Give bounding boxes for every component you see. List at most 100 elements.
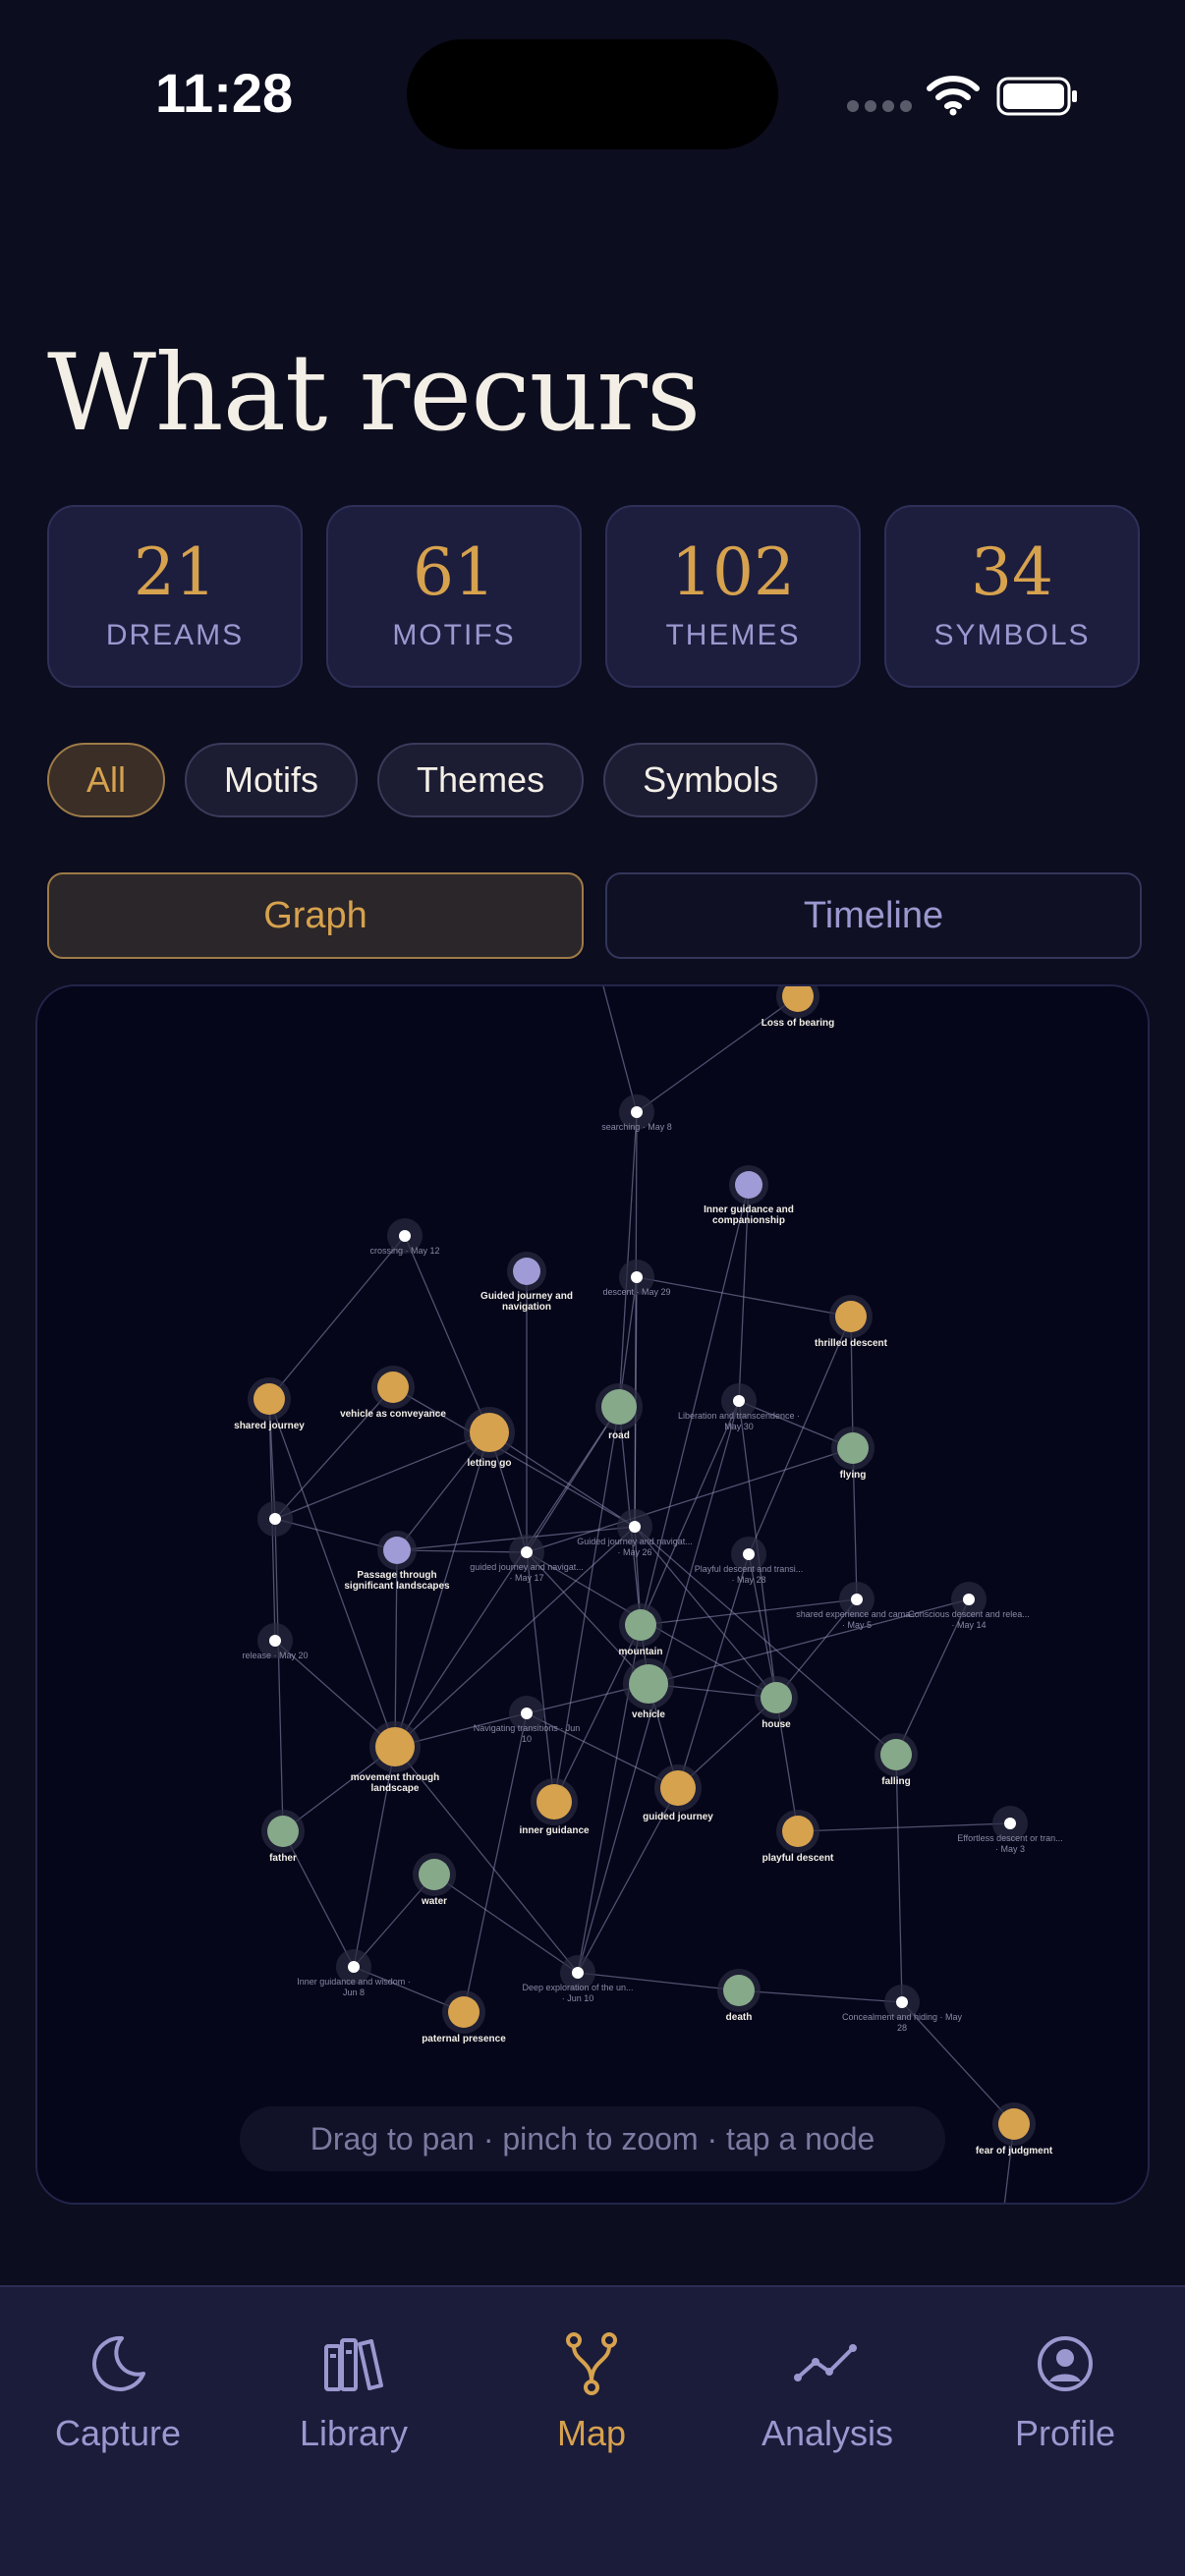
graph-node-n14[interactable]: [257, 1501, 293, 1537]
graph-node-label: vehicle: [632, 1709, 665, 1720]
graph-node-dot[interactable]: [470, 1413, 509, 1452]
graph-node-n30[interactable]: father: [261, 1810, 305, 1864]
graph-node-dot[interactable]: [419, 1859, 450, 1890]
graph-node-dot[interactable]: [513, 1258, 540, 1285]
graph-node-n4[interactable]: crossing · May 12: [369, 1218, 440, 1256]
graph-node-dot[interactable]: [601, 1389, 637, 1425]
graph-node-dot[interactable]: [631, 1106, 643, 1118]
graph-node-dot[interactable]: [254, 1383, 285, 1415]
filter-chip-motifs[interactable]: Motifs: [185, 743, 359, 817]
graph-node-label: Deep exploration of the un...: [522, 1983, 633, 1992]
graph-node-n10[interactable]: letting go: [464, 1407, 515, 1469]
graph-node-n27[interactable]: falling: [875, 1733, 918, 1787]
filter-chip-symbols[interactable]: Symbols: [603, 743, 818, 817]
graph-node-n31[interactable]: playful descent: [762, 1810, 834, 1864]
graph-node-n21[interactable]: release · May 20: [242, 1623, 309, 1660]
tab-capture[interactable]: Capture: [20, 2328, 216, 2454]
graph-node-n23[interactable]: vehicle: [623, 1658, 674, 1720]
graph-node-dot[interactable]: [375, 1727, 415, 1766]
graph-node-dot[interactable]: [399, 1230, 411, 1242]
graph-node-dot[interactable]: [735, 1171, 762, 1199]
graph-node-dot[interactable]: [267, 1816, 299, 1847]
tab-analysis[interactable]: Analysis: [729, 2328, 926, 2454]
graph-node-dot[interactable]: [733, 1395, 745, 1407]
graph-node-dot[interactable]: [851, 1594, 863, 1605]
graph-node-n5[interactable]: Guided journey andnavigation: [480, 1252, 573, 1313]
graph-node-dot[interactable]: [835, 1301, 867, 1332]
filter-chips: All Motifs Themes Symbols: [47, 743, 818, 817]
filter-chip-all[interactable]: All: [47, 743, 166, 817]
graph-node-n34[interactable]: Inner guidance and wisdom ·Jun 8: [297, 1949, 411, 1997]
graph-node-dot[interactable]: [625, 1609, 656, 1641]
graph-node-n1[interactable]: Loss of bearing: [762, 986, 834, 1029]
graph-node-n13[interactable]: flying: [831, 1427, 875, 1481]
graph-node-n26[interactable]: movement throughlandscape: [351, 1721, 440, 1794]
graph-node-n3[interactable]: Inner guidance andcompanionship: [704, 1165, 794, 1226]
graph-node-n22[interactable]: mountain: [619, 1603, 663, 1657]
stat-value: 61: [413, 534, 495, 610]
tab-library[interactable]: Library: [255, 2328, 452, 2454]
stat-card-themes: 102 THEMES: [605, 505, 861, 688]
graph-node-label: inner guidance: [519, 1825, 590, 1836]
graph-node-dot[interactable]: [572, 1967, 584, 1979]
stat-card-dreams: 21 DREAMS: [47, 505, 303, 688]
graph-node-label: 10: [522, 1734, 532, 1744]
graph-node-n6[interactable]: descent · May 29: [602, 1260, 671, 1297]
graph-node-n15[interactable]: Passage throughsignificant landscapes: [344, 1531, 450, 1592]
graph-node-dot[interactable]: [998, 2108, 1030, 2140]
tab-label: Analysis: [761, 2413, 894, 2453]
graph-node-dot[interactable]: [782, 1816, 814, 1847]
graph-node-dot[interactable]: [1004, 1818, 1016, 1829]
graph-node-dot[interactable]: [723, 1975, 755, 2006]
graph-node-dot[interactable]: [536, 1784, 572, 1820]
graph-node-dot[interactable]: [660, 1770, 696, 1806]
graph-node-n25[interactable]: Navigating transitions · Jun10: [474, 1696, 581, 1744]
graph-node-dot[interactable]: [896, 1996, 908, 2008]
graph-node-n17[interactable]: Guided journey and navigat...· May 26: [577, 1509, 693, 1557]
graph-node-n28[interactable]: inner guidance: [519, 1778, 590, 1836]
graph-node-n37[interactable]: Concealment and hiding · May28: [842, 1985, 963, 2033]
graph-canvas[interactable]: Loss of bearing searching · May 8 Inner gu…: [37, 986, 1150, 2205]
filter-chip-themes[interactable]: Themes: [377, 743, 585, 817]
graph-node-n39[interactable]: fear of judgment: [976, 2102, 1053, 2156]
graph-node-n8[interactable]: vehicle as conveyance: [340, 1366, 446, 1420]
graph-node-n2[interactable]: searching · May 8: [601, 1094, 672, 1132]
timeline-view-button[interactable]: Timeline: [605, 872, 1142, 959]
tab-profile[interactable]: Profile: [967, 2328, 1163, 2454]
graph-node-n19[interactable]: shared experience and cama...· May 5: [796, 1582, 918, 1630]
tab-map[interactable]: Map: [493, 2328, 690, 2454]
graph-node-dot[interactable]: [348, 1961, 360, 1973]
graph-node-dot[interactable]: [377, 1372, 409, 1403]
map-branch-icon: [566, 2332, 617, 2395]
graph-view-button[interactable]: Graph: [47, 872, 584, 959]
graph-node-n36[interactable]: death: [717, 1969, 761, 2023]
graph-node-n12[interactable]: Liberation and transcendence ·May 30: [678, 1383, 800, 1431]
graph-node-n32[interactable]: Effortless descent or tran...· May 3: [957, 1806, 1063, 1854]
graph-node-dot[interactable]: [631, 1271, 643, 1283]
graph-node-dot[interactable]: [837, 1432, 869, 1464]
graph-node-n18[interactable]: Playful descent and transi...· May 28: [695, 1537, 804, 1585]
graph-node-n7[interactable]: thrilled descent: [815, 1295, 888, 1349]
graph-node-dot[interactable]: [448, 1996, 480, 2028]
graph-node-n9[interactable]: shared journey: [234, 1377, 305, 1431]
graph-node-dot[interactable]: [761, 1682, 792, 1713]
graph-node-dot[interactable]: [963, 1594, 975, 1605]
graph-node-dot[interactable]: [629, 1521, 641, 1533]
graph-node-n24[interactable]: house: [755, 1676, 798, 1730]
graph-node-n20[interactable]: Conscious descent and relea...· May 14: [908, 1582, 1030, 1630]
graph-node-dot[interactable]: [383, 1537, 411, 1564]
graph-node-dot[interactable]: [880, 1739, 912, 1770]
graph-node-n35[interactable]: Deep exploration of the un...· Jun 10: [522, 1955, 634, 2003]
graph-node-label: landscape: [371, 1783, 420, 1794]
graph-node-dot[interactable]: [743, 1548, 755, 1560]
graph-node-dot[interactable]: [629, 1664, 668, 1704]
graph-node-dot[interactable]: [269, 1513, 281, 1525]
graph-node-n38[interactable]: paternal presence: [422, 1990, 506, 2044]
graph-node-n29[interactable]: guided journey: [643, 1764, 713, 1822]
moon-icon: [92, 2335, 145, 2391]
graph-node-dot[interactable]: [269, 1635, 281, 1647]
graph-node-n33[interactable]: water: [413, 1853, 456, 1907]
graph-node-dot[interactable]: [521, 1546, 533, 1558]
recurrence-graph[interactable]: Loss of bearing searching · May 8 Inner gu…: [35, 984, 1150, 2205]
graph-node-dot[interactable]: [521, 1708, 533, 1719]
